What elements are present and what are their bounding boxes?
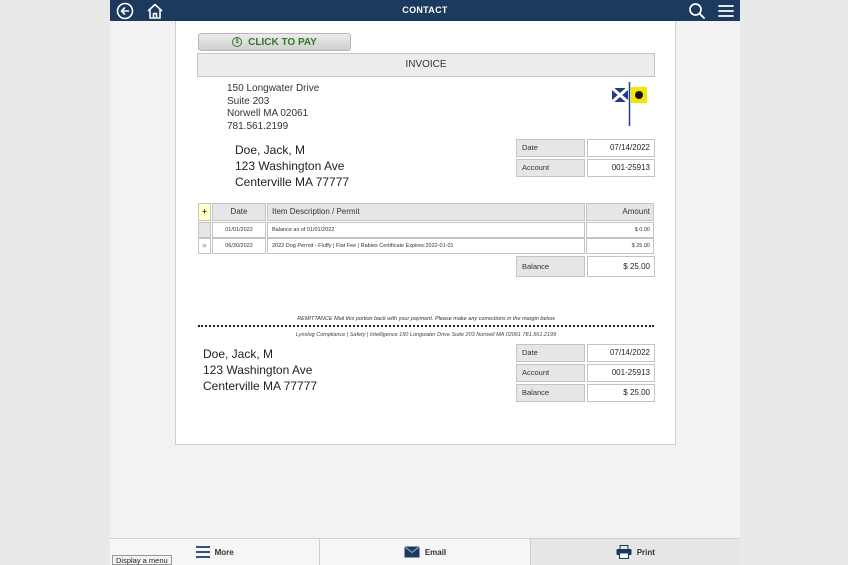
printer-icon [616,545,632,559]
top-bar: CONTACT [110,0,740,21]
search-icon[interactable] [688,2,706,20]
row-amount: $ 0.00 [586,222,654,238]
address-line: 781.561.2199 [227,120,289,132]
remittance-balance-field: Balance $ 25.00 [516,384,655,402]
dollar-coin-icon: $ [232,37,243,47]
row-amount: $ 25.00 [586,238,654,254]
remittance-account-field: Account 001-25913 [516,364,655,382]
address-line: 150 Longwater Drive [227,83,320,94]
print-label: Print [636,547,655,557]
remittance-balance-label: Balance [516,384,585,402]
remittance-date-value: 07/14/2022 [587,344,655,362]
envelope-icon [404,546,420,558]
table-header-row: + Date Item Description / Permit Amount [198,203,654,221]
table-row: 01/01/2022 Balance as of 01/01/2022 $ 0.… [198,222,654,238]
row-menu-icon[interactable]: ≡ [198,238,211,254]
row-date: 06/30/2022 [212,238,266,254]
click-to-pay-button[interactable]: $ CLICK TO PAY [198,33,351,51]
remittance-balance-value: $ 25.00 [587,384,655,402]
customer-name: Doe, Jack, M [203,347,274,361]
more-label: More [214,547,234,557]
hamburger-menu-icon[interactable] [717,2,735,20]
email-button[interactable]: Email [320,539,531,565]
invoice-date-value: 07/14/2022 [587,139,655,157]
remittance-account-value: 001-25913 [587,364,655,382]
balance-label: Balance [516,256,585,277]
company-address: 150 Longwater Drive Suite 203 Norwell MA… [227,83,319,133]
app-window: CONTACT $ CLICK TO PAY INVOICE 150 Longw… [110,0,740,565]
column-header-description: Item Description / Permit [267,203,585,221]
page-title: CONTACT [402,5,448,15]
add-line-button[interactable]: + [198,203,211,221]
column-header-amount: Amount [586,203,654,221]
invoice-heading: INVOICE [197,53,655,77]
company-flag-logo [611,82,647,126]
row-description: 2022 Dog Permit - Fluffy | Flat Fee | Ra… [267,238,585,254]
customer-street: 123 Washington Ave [235,159,345,173]
balance-value: $ 25.00 [587,256,655,277]
row-marker [198,222,211,238]
remittance-date-label: Date [516,344,585,362]
hamburger-menu-icon [195,546,210,558]
remittance-date-field: Date 07/14/2022 [516,344,655,362]
click-to-pay-label: CLICK TO PAY [248,36,317,48]
invoice-account-value: 001-25913 [587,159,655,177]
invoice-account-field: Account 001-25913 [516,159,655,177]
remittance-customer-address: Doe, Jack, M 123 Washington Ave Centervi… [203,346,317,394]
address-line: Suite 203 [227,95,270,107]
print-button[interactable]: Print [530,539,740,565]
customer-name: Doe, Jack, M [235,143,306,157]
customer-city: Centerville MA 77777 [203,379,318,393]
perforation-line [198,325,654,327]
remittance-company-line: Lynxlog Compliance | Safety | Intelligen… [295,332,557,338]
customer-address: Doe, Jack, M 123 Washington Ave Centervi… [235,142,349,190]
invoice-date-label: Date [516,139,585,157]
bottom-toolbar: More Email Print [110,538,740,565]
row-date: 01/01/2022 [212,222,266,238]
customer-street: 123 Washington Ave [203,363,313,377]
table-row[interactable]: ≡ 06/30/2022 2022 Dog Permit - Fluffy | … [198,238,654,254]
address-line: Norwell MA 02061 [227,108,309,119]
row-description: Balance as of 01/01/2022 [267,222,585,238]
remittance-note: REMITTANCE Mail this portion back with y… [297,316,555,322]
invoice-date-field: Date 07/14/2022 [516,139,655,157]
customer-city: Centerville MA 77777 [235,175,350,189]
invoice-page: $ CLICK TO PAY INVOICE 150 Longwater Dri… [175,21,676,445]
email-label: Email [424,547,447,557]
invoice-account-label: Account [516,159,585,177]
invoice-balance-field: Balance $ 25.00 [516,256,655,277]
column-header-date: Date [212,203,266,221]
remittance-account-label: Account [516,364,585,382]
tooltip: Display a menu [112,555,172,565]
